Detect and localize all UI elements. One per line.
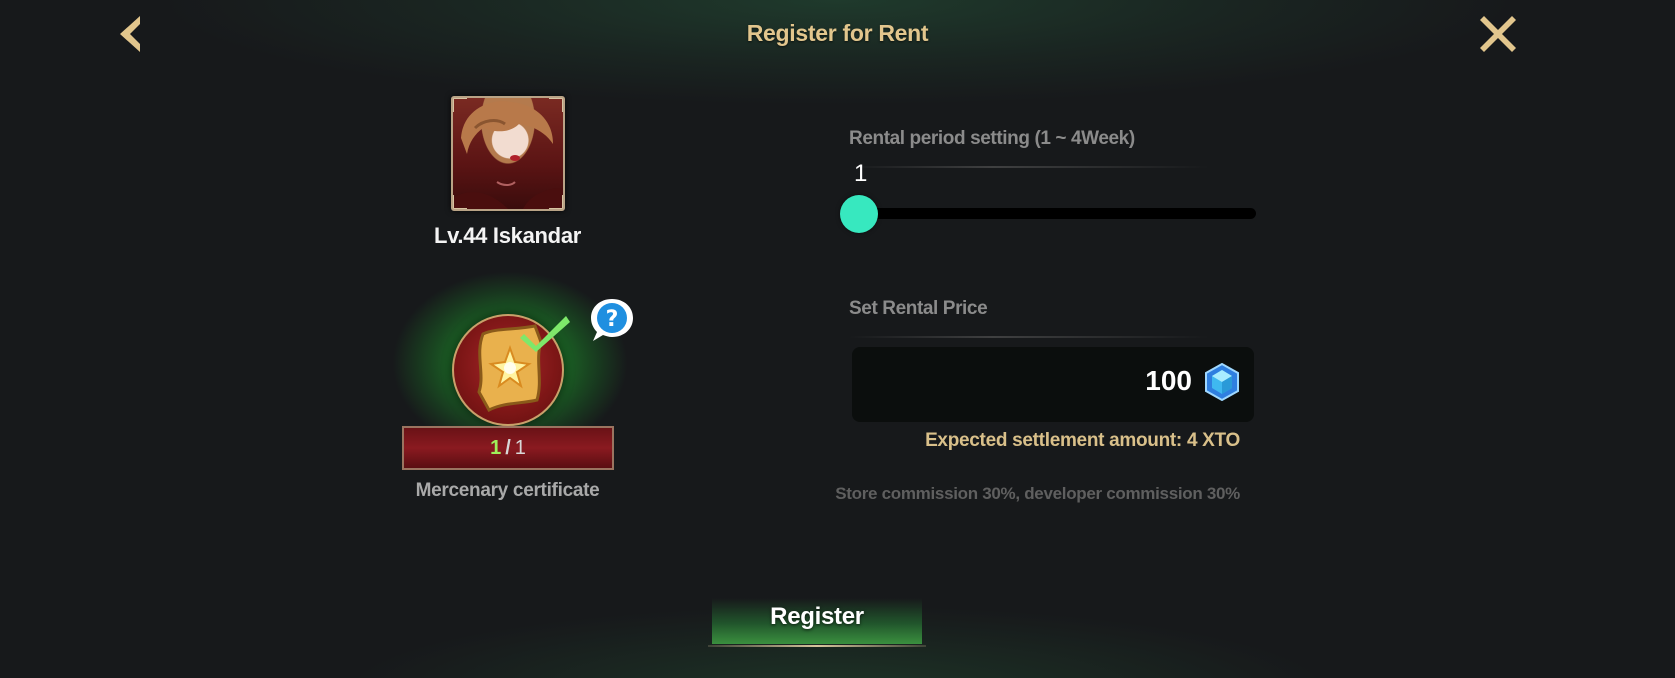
- certificate-count-current: 1: [490, 437, 502, 459]
- rental-price-value: 100: [1145, 365, 1192, 396]
- certificate-label: Mercenary certificate: [415, 480, 600, 501]
- close-button[interactable]: [1476, 12, 1520, 56]
- rental-period-slider[interactable]: [857, 208, 1256, 219]
- commission-info: Store commission 30%, developer commissi…: [835, 484, 1240, 503]
- rental-period-slider-thumb[interactable]: [840, 195, 878, 233]
- register-underline: [708, 645, 926, 647]
- rental-period-label: Rental period setting (1 ~ 4Week): [849, 128, 1135, 149]
- divider: [849, 166, 1209, 168]
- divider: [849, 336, 1209, 338]
- character-name: Lv.44 Iskandar: [433, 223, 582, 248]
- help-button[interactable]: ?: [588, 296, 636, 344]
- svg-text:?: ?: [606, 307, 619, 332]
- page-title: Register for Rent: [746, 20, 929, 46]
- character-portrait: [451, 96, 565, 211]
- certificate-count: 1/1: [402, 426, 614, 470]
- rental-price-input[interactable]: 100: [852, 347, 1254, 422]
- certificate-count-max: 1: [514, 437, 526, 459]
- close-icon: [1480, 16, 1516, 52]
- rental-period-value: 1: [854, 160, 868, 187]
- rental-price-label: Set Rental Price: [849, 298, 988, 319]
- question-bubble-icon: ?: [591, 299, 633, 341]
- expected-settlement: Expected settlement amount: 4 XTO: [925, 430, 1240, 451]
- checkmark-icon: [520, 312, 572, 354]
- certificate-count-separator: /: [505, 437, 511, 459]
- register-button[interactable]: Register: [708, 598, 926, 647]
- register-label: Register: [770, 603, 864, 630]
- gem-icon: [1205, 363, 1239, 401]
